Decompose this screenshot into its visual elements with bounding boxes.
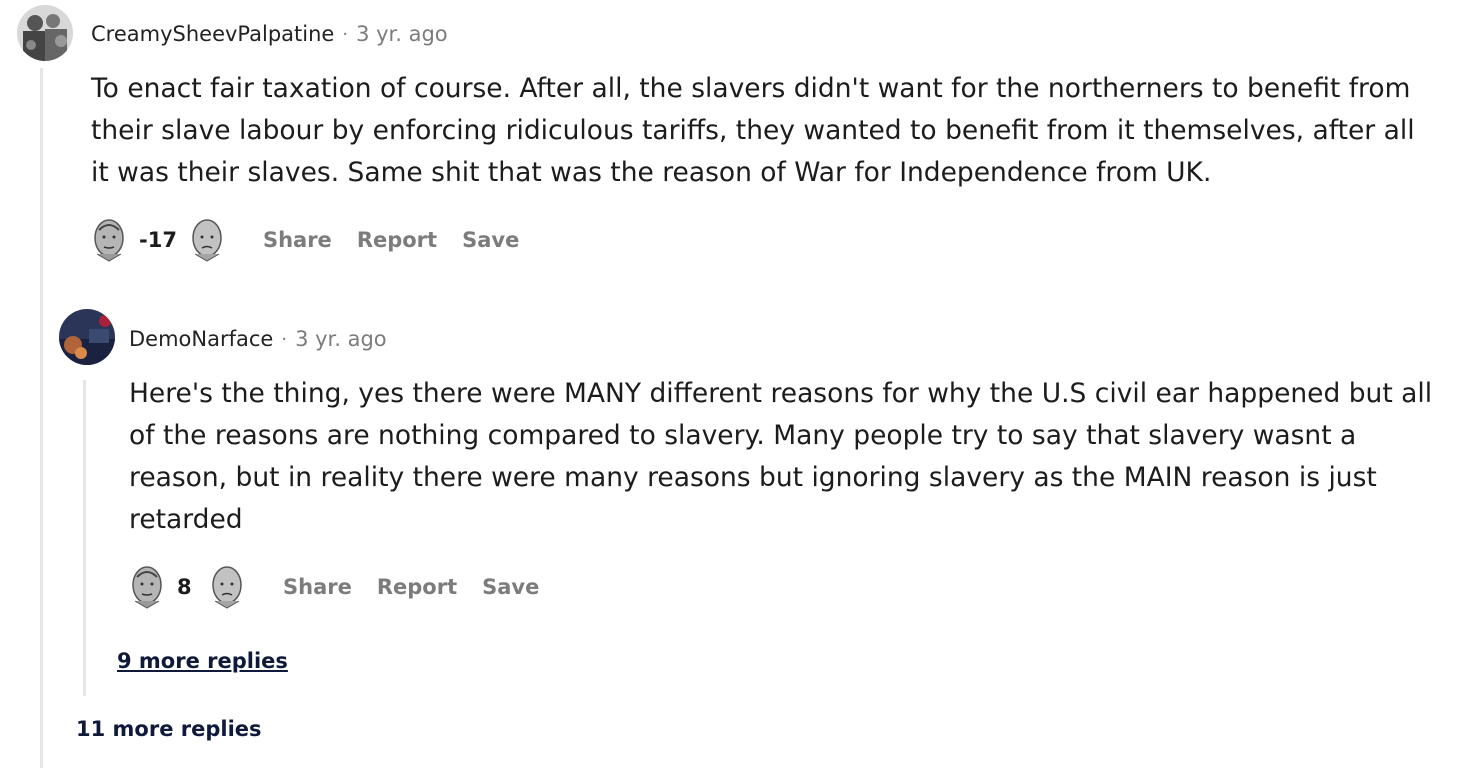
- comment-meta: CreamySheevPalpatine · 3 yr. ago: [91, 20, 448, 48]
- avatar[interactable]: [17, 5, 73, 61]
- author-name[interactable]: CreamySheevPalpatine: [91, 22, 334, 46]
- more-replies-link[interactable]: 9 more replies: [117, 649, 288, 673]
- author-name[interactable]: DemoNarface: [129, 327, 273, 351]
- comment-actions: -17 Share Report Save: [91, 216, 519, 264]
- outer-more-replies-link[interactable]: 11 more replies: [76, 717, 262, 741]
- timestamp[interactable]: 3 yr. ago: [295, 327, 387, 351]
- comment-line: To enact fair taxation of course. After …: [91, 73, 1411, 104]
- vote-score: -17: [139, 228, 177, 252]
- comment-line: it was their slaves. Same shit that was …: [91, 157, 1212, 188]
- timestamp[interactable]: 3 yr. ago: [356, 22, 448, 46]
- comment-thread: CreamySheevPalpatine · 3 yr. ago To enac…: [0, 0, 1474, 768]
- downvote-bust-icon[interactable]: [209, 565, 245, 609]
- comment-actions: 8 Share Report Save: [129, 563, 539, 611]
- report-button[interactable]: Report: [377, 575, 457, 599]
- thread-line-outer[interactable]: [40, 68, 43, 768]
- comment-line: Here's the thing, yes there were MANY di…: [129, 378, 1433, 409]
- avatar[interactable]: [59, 309, 115, 365]
- upvote-bust-icon[interactable]: [91, 218, 127, 262]
- report-button[interactable]: Report: [357, 228, 437, 252]
- downvote-bust-icon[interactable]: [189, 218, 225, 262]
- comment-meta: DemoNarface · 3 yr. ago: [129, 325, 387, 353]
- share-button[interactable]: Share: [263, 228, 332, 252]
- comment-line: of the reasons are nothing compared to s…: [129, 420, 1357, 451]
- comment-line: their slave labour by enforcing ridiculo…: [91, 115, 1415, 146]
- upvote-bust-icon[interactable]: [129, 565, 165, 609]
- meta-separator: ·: [342, 23, 349, 45]
- comment-body: To enact fair taxation of course. After …: [91, 68, 1415, 194]
- meta-separator: ·: [281, 328, 288, 350]
- vote-score: 8: [177, 575, 192, 599]
- thread-line-nested[interactable]: [83, 380, 86, 696]
- comment-body: Here's the thing, yes there were MANY di…: [129, 373, 1432, 541]
- save-button[interactable]: Save: [462, 228, 519, 252]
- save-button[interactable]: Save: [482, 575, 539, 599]
- comment-line: retarded: [129, 504, 243, 535]
- comment-line: reason, but in reality there were many r…: [129, 462, 1377, 493]
- share-button[interactable]: Share: [283, 575, 352, 599]
